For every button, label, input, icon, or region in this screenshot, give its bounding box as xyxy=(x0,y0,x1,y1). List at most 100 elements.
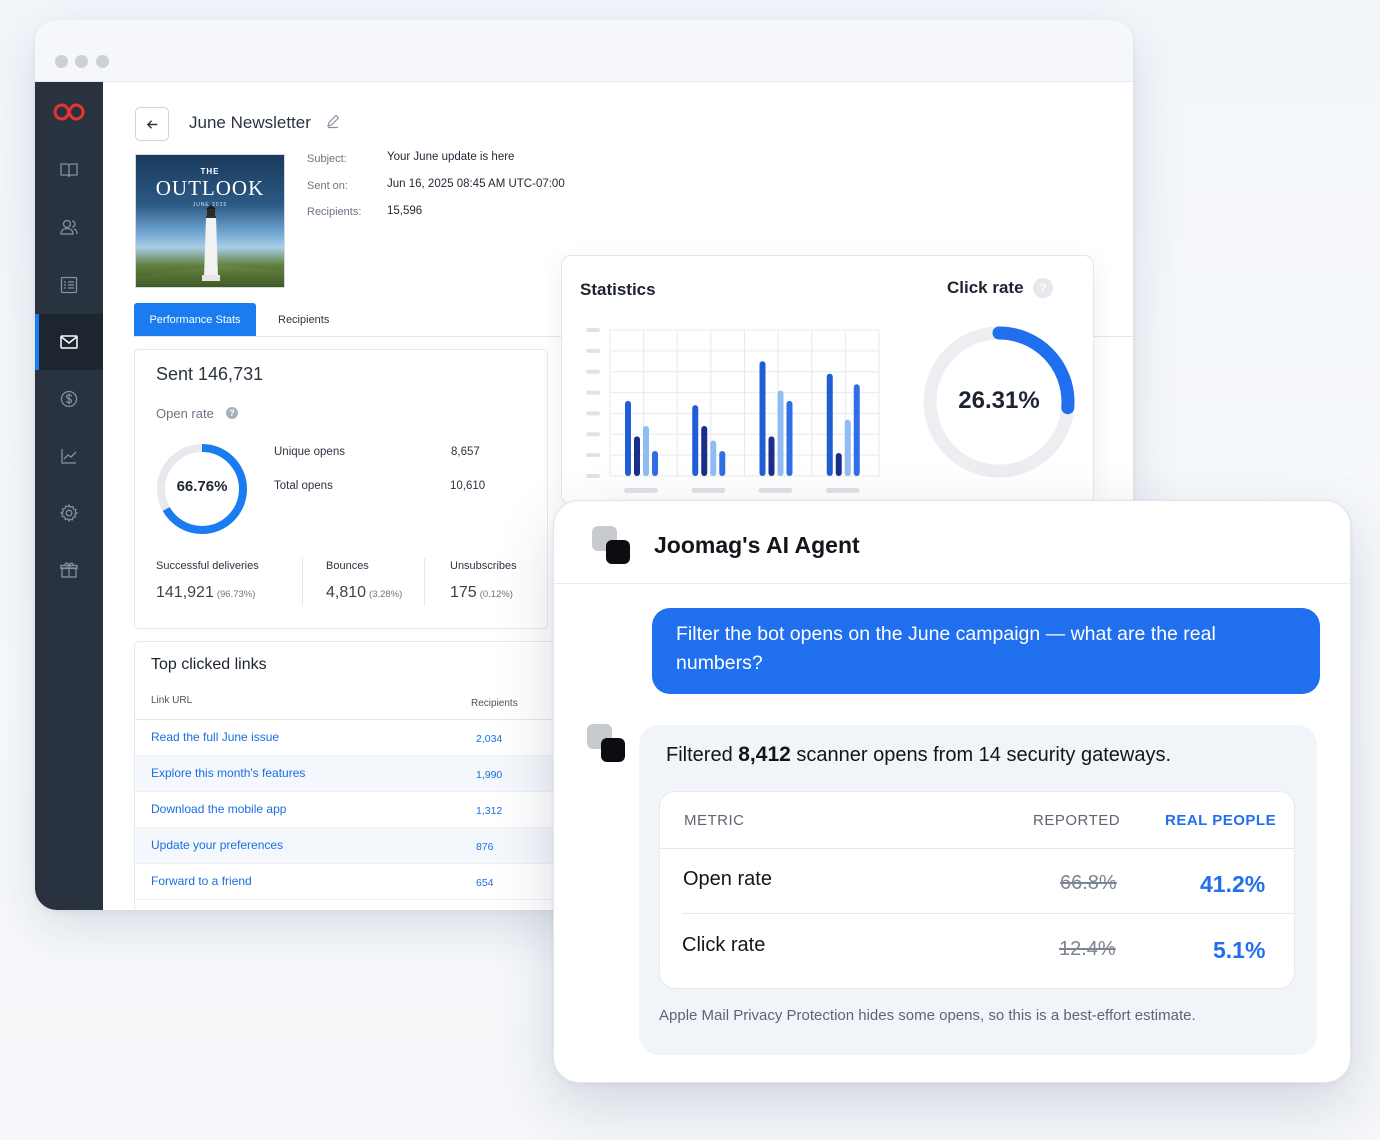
link-row: Forward to a friend 654 xyxy=(135,864,563,900)
link-row: Update your preferences 876 xyxy=(135,828,563,864)
link-url[interactable]: Forward to a friend xyxy=(151,874,252,888)
recipients-label: Recipients: xyxy=(307,206,362,218)
x-tick-label xyxy=(691,488,726,493)
chart-bar xyxy=(759,361,766,476)
y-tick-label xyxy=(586,474,600,478)
click-rate-label: Click rate xyxy=(947,278,1024,297)
back-button[interactable] xyxy=(135,107,169,141)
chart-bar xyxy=(853,384,860,476)
link-count: 876 xyxy=(476,841,494,853)
y-tick-label xyxy=(586,432,600,437)
chart-bar xyxy=(826,373,833,476)
chart-bar xyxy=(710,440,717,476)
users-icon[interactable] xyxy=(35,199,103,255)
gear-icon[interactable] xyxy=(35,485,103,541)
window-maximize-dot[interactable] xyxy=(96,55,109,68)
help-icon[interactable]: ? xyxy=(1033,278,1053,298)
bounces-value: 4,810 xyxy=(326,584,367,601)
book-icon[interactable] xyxy=(35,142,103,198)
metric-table: METRIC REPORTED REAL PEOPLE Open rate 66… xyxy=(659,791,1295,989)
top-clicked-links-card: Top clicked links Link URL Recipients Re… xyxy=(134,641,564,910)
links-title: Top clicked links xyxy=(151,656,267,673)
sent-on-value: Jun 16, 2025 08:45 AM UTC-07:00 xyxy=(387,178,565,190)
table-header-divider xyxy=(660,848,1294,849)
subject-value: Your June update is here xyxy=(387,151,515,163)
ai-agent-card: Joomag's AI Agent Filter the bot opens o… xyxy=(553,500,1351,1083)
col-reported: REPORTED xyxy=(1033,812,1121,829)
window-close-dot[interactable] xyxy=(55,55,68,68)
bounces-pct: (3.28%) xyxy=(369,589,403,600)
col-real-people: REAL PEOPLE xyxy=(1165,812,1277,829)
list-icon[interactable] xyxy=(35,257,103,313)
chart-bar xyxy=(652,450,658,476)
reply-footnote: Apple Mail Privacy Protection hides some… xyxy=(659,1007,1196,1024)
deliveries-kpi: 141,921 (96.73%) xyxy=(156,584,255,602)
metric-reported: 12.4% xyxy=(1059,938,1116,960)
reply-summary: Filtered 8,412 scanner opens from 14 sec… xyxy=(666,743,1171,767)
agent-reply: Filtered 8,412 scanner opens from 14 sec… xyxy=(639,725,1317,1055)
open-rate-label: Open rate xyxy=(156,406,214,421)
chart-bar xyxy=(692,405,699,476)
x-tick-label xyxy=(624,488,658,493)
open-rate-value: 66.76% xyxy=(176,478,228,495)
link-count: 1,312 xyxy=(476,805,503,817)
chart-bar xyxy=(643,425,649,476)
deliveries-label: Successful deliveries xyxy=(156,560,259,572)
chart-icon[interactable] xyxy=(35,428,103,484)
link-url[interactable]: Update your preferences xyxy=(151,838,283,852)
mail-icon[interactable] xyxy=(35,314,103,370)
sidebar xyxy=(35,82,103,910)
kpi-divider xyxy=(424,558,425,606)
newsletter-title: June Newsletter xyxy=(189,113,311,132)
unique-opens-label: Unique opens xyxy=(274,446,345,458)
chart-bar xyxy=(625,400,631,476)
chart-bar xyxy=(786,400,793,476)
statistics-card: Statistics Click rate ? 26.31% xyxy=(561,255,1094,505)
pencil-icon[interactable] xyxy=(325,113,341,129)
bounces-kpi: 4,810 (3.28%) xyxy=(326,584,402,602)
chart-bar xyxy=(719,450,726,476)
cover-title: OUTLOOK xyxy=(155,176,265,200)
y-tick-label xyxy=(586,411,600,416)
y-tick-label xyxy=(586,328,600,332)
metric-name: Click rate xyxy=(682,934,766,956)
statistics-title: Statistics xyxy=(580,280,656,299)
table-row-divider xyxy=(682,913,1294,914)
metric-real: 41.2% xyxy=(1200,871,1266,897)
y-tick-label xyxy=(586,348,600,353)
link-row: Download the mobile app 1,312 xyxy=(135,792,563,828)
sent-count: Sent 146,731 xyxy=(156,364,264,384)
link-url[interactable]: Explore this month's features xyxy=(151,766,305,780)
x-tick-label xyxy=(825,488,860,493)
arrow-left-icon xyxy=(146,119,157,129)
window-titlebar xyxy=(35,20,1133,82)
link-count: 2,034 xyxy=(476,733,503,745)
tab-recipients[interactable]: Recipients xyxy=(262,303,345,337)
total-opens-value: 10,610 xyxy=(450,480,486,492)
reply-bold-count: 8,412 xyxy=(738,743,791,766)
col-metric: METRIC xyxy=(684,812,745,829)
newsletter-cover-image: THE OUTLOOK JUNE 2025 xyxy=(135,154,285,288)
window-minimize-dot[interactable] xyxy=(75,55,88,68)
link-row: Explore this month's features 1,990 xyxy=(135,756,563,792)
logo-icon[interactable] xyxy=(35,84,103,140)
link-count: 1,990 xyxy=(476,769,503,781)
y-tick-label xyxy=(586,453,600,458)
tab-performance-stats[interactable]: Performance Stats xyxy=(134,303,256,337)
link-url[interactable]: Read the full June issue xyxy=(151,730,279,744)
reply-suffix: scanner opens from 14 security gateways. xyxy=(790,744,1171,766)
chart-bar xyxy=(634,436,640,476)
agent-avatar-icon xyxy=(587,724,627,764)
help-icon[interactable]: ? xyxy=(226,407,238,419)
x-tick-label xyxy=(758,488,793,493)
link-count: 654 xyxy=(476,877,494,889)
unsubscribes-value: 175 xyxy=(450,584,477,601)
link-url[interactable]: Download the mobile app xyxy=(151,802,286,816)
recipients-value: 15,596 xyxy=(387,205,423,217)
gift-icon[interactable] xyxy=(35,542,103,598)
agent-header-divider xyxy=(554,583,1350,584)
agent-title: Joomag's AI Agent xyxy=(654,532,860,558)
chart-bar xyxy=(835,453,842,476)
dollar-icon[interactable] xyxy=(35,371,103,427)
subject-label: Subject: xyxy=(307,153,347,165)
